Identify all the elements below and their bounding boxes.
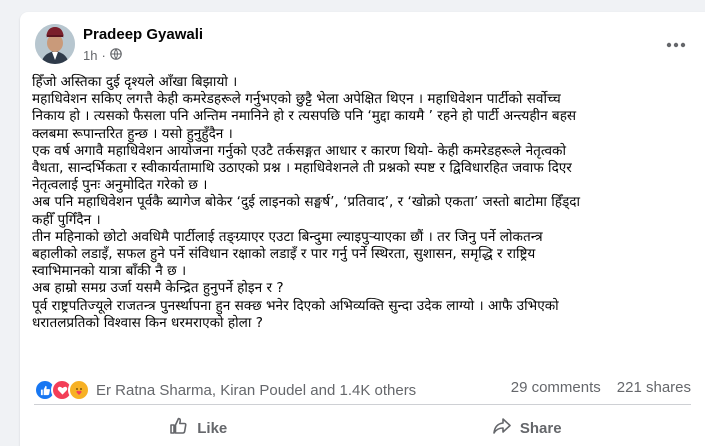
engagement-stats: Er Ratna Sharma, Kiran Poudel and 1.4K o… (34, 376, 691, 401)
author-avatar[interactable] (35, 24, 75, 64)
post-line: महाधिवेशन सकिए लगत्तै केही कमरेडहरूले गर… (32, 91, 561, 108)
post-line: क्लबमा रूपान्तरित हुन्छ । यसो हुनुहुँदैन… (32, 125, 233, 142)
post-line: एक वर्ष अगावै महाधिवेशन आयोजना गर्नुको ए… (32, 142, 566, 159)
share-label: Share (519, 419, 562, 437)
counts: 29 comments 221 shares (511, 379, 691, 396)
post-line: तीन महिनाको छोटो अवधिमै पार्टीलाई तङ्ग्र… (32, 228, 543, 245)
more-options-button[interactable] (662, 30, 690, 54)
post-line: निकाय हो । त्यसको फैसला पनि अन्तिम नमानि… (32, 108, 577, 125)
post-line: वैधता, सान्दर्भिकता र स्वीकार्यतामाथि उठ… (32, 160, 572, 177)
post-line: अब हाम्रो समग्र उर्जा यसमै केन्द्रित हुन… (32, 280, 284, 297)
post-line: स्वाभिमानको यात्रा बाँकी नै छ । (32, 263, 187, 280)
share-arrow-icon (492, 416, 512, 440)
post-text: हिँजो अस्तिका दुई दृश्यले आँखा बिझायो । … (32, 74, 692, 332)
care-icon (68, 379, 90, 401)
more-dots-icon (666, 33, 686, 52)
like-button[interactable]: Like (34, 410, 363, 446)
comments-count[interactable]: 29 comments (511, 379, 601, 396)
reaction-summary[interactable]: Er Ratna Sharma, Kiran Poudel and 1.4K o… (34, 379, 416, 401)
like-label: Like (197, 419, 228, 437)
post-line: धरातलप्रतिको विश्वास किन धरमराएको होला ? (32, 314, 263, 331)
shares-count[interactable]: 221 shares (617, 379, 691, 396)
post-line: कहीँ पुगिँदैन । (32, 211, 101, 228)
post-line: अब पनि महाधिवेशन पूर्वकै ब्यागेज बोकेर ‘… (32, 194, 580, 211)
post-time[interactable]: 1h (83, 48, 97, 63)
share-button[interactable]: Share (363, 410, 692, 446)
post-line: बहालीको लडाइँ, सफल हुने पर्ने संविधान रक… (32, 246, 536, 263)
post-line: हिँजो अस्तिका दुई दृश्यले आँखा बिझायो । (32, 74, 238, 90)
stats-divider (34, 404, 691, 405)
globe-icon[interactable] (110, 48, 122, 63)
author-name[interactable]: Pradeep Gyawali (83, 26, 203, 43)
post-meta: 1h · (83, 48, 122, 63)
reactors-text[interactable]: Er Ratna Sharma, Kiran Poudel and 1.4K o… (96, 382, 416, 399)
post-line: नेतृत्वलाई पुनः अनुमोदित गरेको छ । (32, 177, 208, 194)
post-line: पूर्व राष्ट्रपतिज्यूले राजतन्त्र पुनर्स्… (32, 297, 559, 314)
post-header: Pradeep Gyawali 1h · (35, 24, 690, 68)
post-actions: Like Share (34, 410, 691, 446)
like-thumb-icon (169, 416, 189, 440)
post-card: Pradeep Gyawali 1h · हिँजो अस्तिका दुई द… (20, 12, 705, 446)
